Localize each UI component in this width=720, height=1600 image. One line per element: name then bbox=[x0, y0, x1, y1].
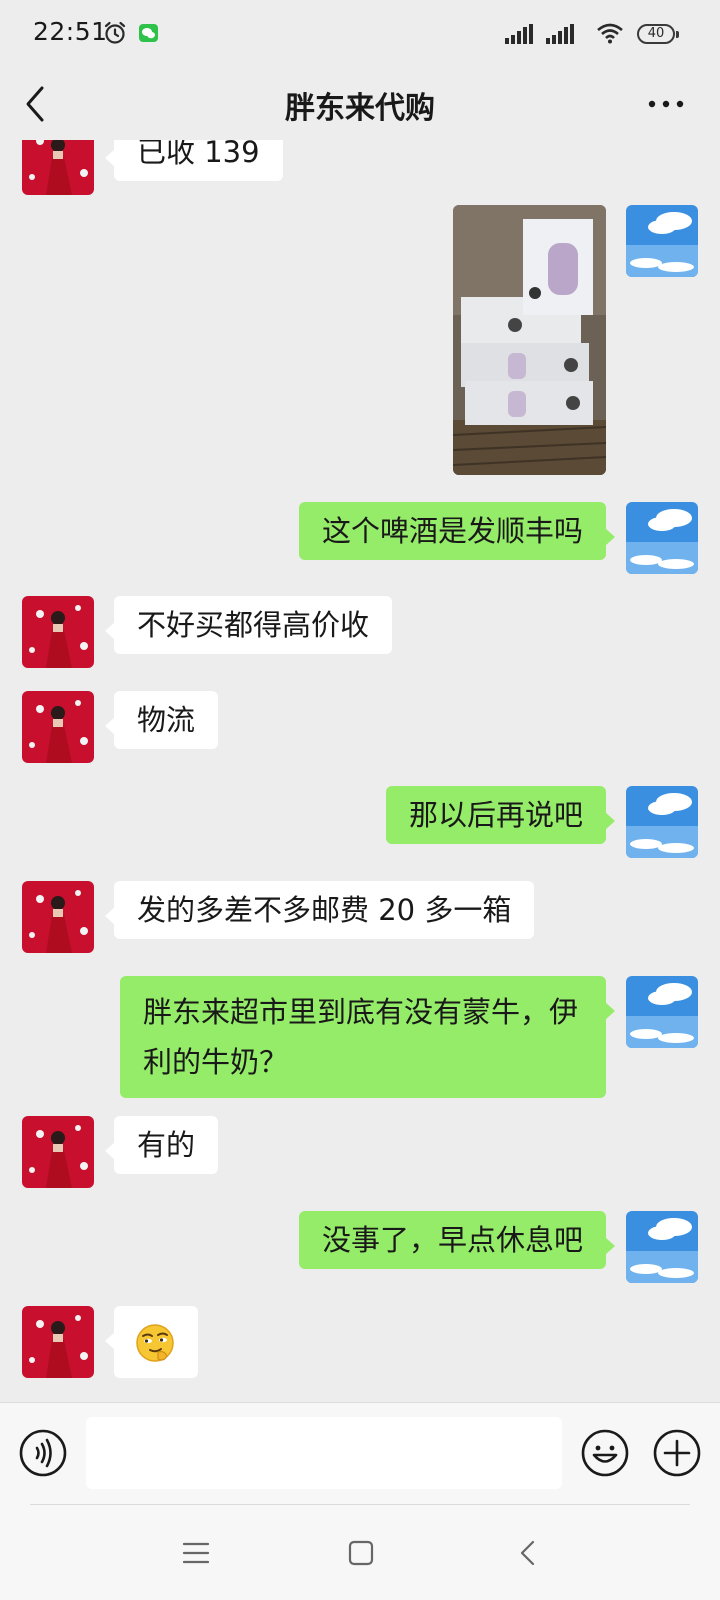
peer-avatar[interactable] bbox=[22, 1306, 94, 1378]
battery-icon: 40 bbox=[637, 24, 679, 44]
message-input[interactable] bbox=[86, 1417, 562, 1489]
signal-icon bbox=[505, 24, 533, 44]
emoji-button[interactable] bbox=[580, 1428, 630, 1478]
home-square-icon[interactable] bbox=[346, 1538, 376, 1568]
my-text-bubble[interactable]: 没事了，早点休息吧 bbox=[298, 1211, 616, 1269]
input-bar bbox=[0, 1402, 720, 1504]
status-time: 22:51 bbox=[33, 17, 108, 46]
peer-text-bubble[interactable]: 发的多差不多邮费 20 多一箱 bbox=[104, 881, 535, 939]
peer-emoji-bubble[interactable] bbox=[105, 1306, 198, 1378]
peer-text-bubble[interactable]: 有的 bbox=[104, 1116, 219, 1174]
peer-avatar[interactable] bbox=[22, 596, 94, 668]
divider bbox=[30, 1504, 690, 1505]
image-message[interactable] bbox=[453, 205, 606, 475]
plus-button[interactable] bbox=[652, 1428, 702, 1478]
system-navigation-bar bbox=[0, 1504, 720, 1600]
peer-avatar[interactable] bbox=[22, 691, 94, 763]
wifi-icon bbox=[597, 23, 623, 44]
my-text-bubble[interactable]: 那以后再说吧 bbox=[385, 786, 616, 844]
peer-text-bubble[interactable]: 已收 139 bbox=[105, 140, 283, 181]
more-button[interactable] bbox=[646, 92, 686, 116]
my-avatar[interactable] bbox=[626, 786, 698, 858]
chat-message-list[interactable]: 已收 139 这个啤酒是发顺丰吗 不好买都得高价收 物流 那以后再说吧 发的多差… bbox=[0, 140, 720, 1402]
my-avatar[interactable] bbox=[626, 205, 698, 277]
smirk-emoji-icon bbox=[136, 1324, 174, 1362]
my-text-bubble[interactable]: 胖东来超市里到底有没有蒙牛，伊利的牛奶？ bbox=[120, 976, 615, 1098]
alarm-icon bbox=[104, 21, 126, 44]
nav-bar: 胖东来代购 bbox=[0, 68, 720, 140]
my-avatar[interactable] bbox=[626, 976, 698, 1048]
signal-icon bbox=[546, 24, 574, 44]
my-avatar[interactable] bbox=[626, 502, 698, 574]
peer-avatar[interactable] bbox=[22, 140, 94, 195]
voice-button[interactable] bbox=[18, 1428, 68, 1478]
my-text-bubble[interactable]: 这个啤酒是发顺丰吗 bbox=[298, 502, 616, 560]
wechat-notification-icon bbox=[139, 24, 158, 42]
my-avatar[interactable] bbox=[626, 1211, 698, 1283]
peer-text-bubble[interactable]: 不好买都得高价收 bbox=[104, 596, 393, 654]
chat-title: 胖东来代购 bbox=[285, 91, 435, 126]
battery-level: 40 bbox=[647, 26, 665, 41]
peer-avatar[interactable] bbox=[22, 881, 94, 953]
peer-text-bubble[interactable]: 物流 bbox=[104, 691, 219, 749]
peer-avatar[interactable] bbox=[22, 1116, 94, 1188]
back-triangle-icon[interactable] bbox=[514, 1538, 544, 1568]
menu-icon[interactable] bbox=[181, 1538, 211, 1568]
status-bar: 22:51 40 bbox=[0, 0, 720, 68]
